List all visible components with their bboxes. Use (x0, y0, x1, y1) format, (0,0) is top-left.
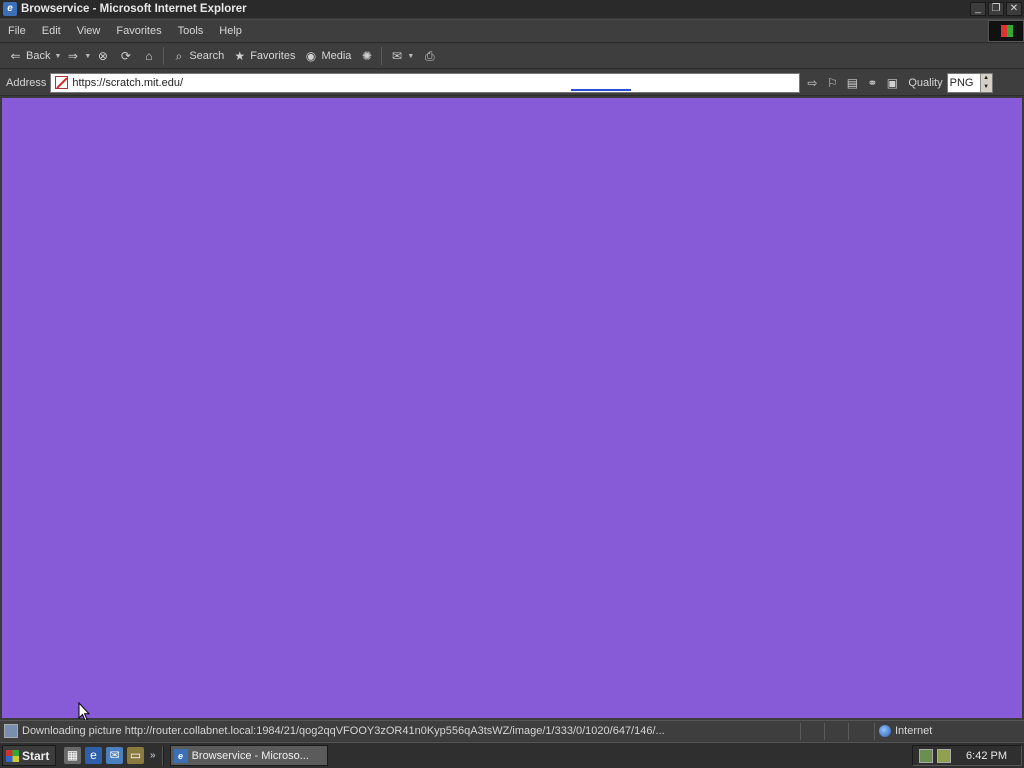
history-icon: ✺ (361, 48, 372, 63)
menu-view[interactable]: View (69, 25, 109, 37)
restore-button[interactable]: ❐ (988, 2, 1004, 16)
status-cell (824, 722, 848, 740)
back-label: Back (26, 50, 51, 62)
page-content-area[interactable] (2, 98, 1022, 722)
task-label: Browservice - Microso... (191, 749, 309, 762)
start-button[interactable]: Start (2, 745, 56, 766)
search-button[interactable]: ⌕ Search (167, 46, 228, 66)
find-page-icon[interactable]: ▤ (842, 73, 862, 93)
globe-icon (879, 725, 891, 737)
favorites-folder-icon: ★ (234, 48, 246, 63)
menu-bar: File Edit View Favorites Tools Help (0, 19, 1024, 43)
media-icon: ◉ (305, 48, 317, 63)
address-label: Address (6, 76, 47, 89)
windows-logo-icon (6, 749, 19, 762)
title-bar: e Browservice - Microsoft Internet Explo… (0, 0, 1024, 18)
mouse-cursor-icon (78, 702, 90, 722)
outlook-express-icon[interactable]: ✉ (106, 747, 123, 764)
status-bar: Downloading picture http://router.collab… (0, 720, 1024, 741)
status-cell (848, 722, 872, 740)
toolbar-separator (163, 47, 165, 65)
status-cell (800, 722, 824, 740)
security-tray-icon[interactable] (937, 748, 951, 763)
menu-help[interactable]: Help (211, 25, 250, 37)
minimize-button[interactable]: _ (970, 2, 986, 16)
toolbar-separator (381, 47, 383, 65)
forward-button[interactable]: ⇒ (61, 46, 84, 66)
clipboard-icon[interactable]: ▣ (882, 73, 902, 93)
menu-file[interactable]: File (0, 25, 34, 37)
close-button[interactable]: ✕ (1006, 2, 1022, 16)
taskbar-item-browservice[interactable]: e Browservice - Microso... (169, 745, 328, 766)
status-text: Downloading picture http://router.collab… (22, 725, 665, 737)
menu-tools[interactable]: Tools (170, 25, 212, 37)
history-button[interactable]: ✺ (355, 46, 378, 66)
network-icon[interactable] (919, 748, 933, 763)
go-arrow-icon[interactable]: ⇨ (802, 73, 822, 93)
address-tools: ⇨ ⚐ ▤ ⚭ ▣ (802, 73, 902, 93)
favorites-button[interactable]: ★ Favorites (228, 46, 299, 66)
media-label: Media (321, 50, 352, 62)
internet-explorer-icon[interactable]: e (85, 747, 102, 764)
ie-task-icon: e (173, 748, 188, 763)
address-bar: Address https://scratch.mit.edu/ ⇨ ⚐ ▤ ⚭… (0, 70, 1024, 96)
favorites-label: Favorites (250, 50, 296, 62)
window-controls: _ ❐ ✕ (970, 2, 1022, 16)
security-zone: Internet (874, 722, 933, 740)
toolbar: ⇐ Back ▼ ⇒ ▼ ⊗ ⟳ ⌂ ⌕ Search ★ Favorites … (0, 44, 1024, 69)
load-progress-indicator (571, 88, 632, 91)
clock[interactable]: 6:42 PM (966, 750, 1007, 762)
quality-select[interactable]: PNG ▲ ▼ (946, 72, 993, 93)
start-label: Start (22, 748, 50, 763)
stop-icon: ⊗ (97, 48, 108, 63)
quick-launch: ▦ e ✉ ▭ » (64, 747, 156, 764)
page-icon (55, 76, 69, 89)
mail-button[interactable]: ✉ ▼ (385, 46, 418, 66)
bookmark-icon[interactable]: ⚐ (822, 73, 842, 93)
address-input[interactable]: https://scratch.mit.edu/ (50, 72, 801, 93)
quality-label: Quality (908, 76, 943, 89)
menu-edit[interactable]: Edit (34, 25, 69, 37)
quality-value: PNG (949, 76, 974, 89)
quality-spinner-icon[interactable]: ▲ ▼ (979, 73, 992, 92)
windows-throbber-icon (988, 20, 1024, 42)
print-button[interactable]: ⎙ (418, 46, 441, 66)
menu-favorites[interactable]: Favorites (108, 25, 169, 37)
ie-app-icon[interactable]: e (3, 2, 17, 16)
forward-dropdown-icon[interactable]: ▼ (84, 53, 91, 60)
window-title: Browservice - Microsoft Internet Explore… (21, 3, 247, 15)
back-dropdown-icon[interactable]: ▼ (54, 53, 61, 60)
address-url[interactable]: https://scratch.mit.edu/ (72, 77, 183, 89)
taskbar: Start ▦ e ✉ ▭ » e Browservice - Microso.… (0, 742, 1024, 768)
zone-label: Internet (895, 725, 933, 737)
explorer-folder-icon[interactable]: ▭ (127, 747, 144, 764)
taskbar-separator (161, 745, 164, 766)
binoculars-icon[interactable]: ⚭ (862, 73, 882, 93)
media-button[interactable]: ◉ Media (299, 46, 355, 66)
stop-button[interactable]: ⊗ (91, 46, 114, 66)
search-icon: ⌕ (175, 48, 183, 63)
refresh-button[interactable]: ⟳ (114, 46, 137, 66)
mail-icon: ✉ (391, 48, 402, 63)
print-icon: ⎙ (425, 48, 435, 63)
refresh-icon: ⟳ (120, 48, 131, 63)
home-button[interactable]: ⌂ (137, 46, 160, 66)
search-label: Search (189, 50, 225, 62)
forward-arrow-icon: ⇒ (67, 48, 78, 63)
show-desktop-icon[interactable]: ▦ (64, 747, 81, 764)
system-tray: 6:42 PM (912, 745, 1022, 766)
chevron-more-icon[interactable]: » (150, 750, 156, 761)
page-loading-icon (4, 724, 18, 738)
mail-dropdown-icon: ▼ (407, 52, 415, 60)
back-button[interactable]: ⇐ Back (4, 46, 54, 66)
home-icon: ⌂ (145, 48, 153, 63)
back-arrow-icon: ⇐ (10, 48, 21, 63)
